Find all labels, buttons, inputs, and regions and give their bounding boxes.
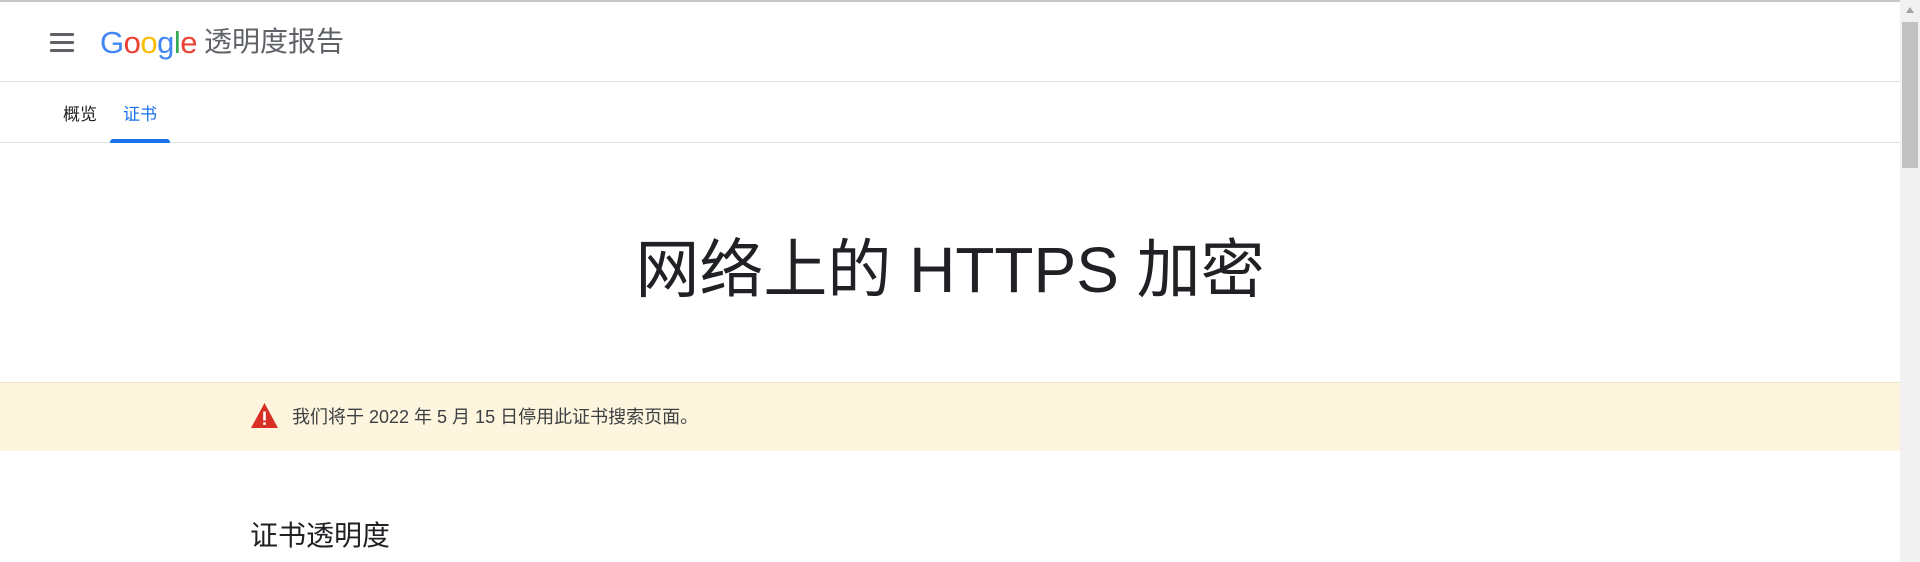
warning-triangle-icon [251, 403, 278, 428]
vertical-scrollbar[interactable] [1900, 0, 1920, 562]
section-heading: 证书透明度 [250, 520, 391, 551]
page: Google 透明度报告 概览 证书 网络上的 HTTPS 加密 我们将于 20… [0, 0, 1920, 562]
logo-letter: o [123, 24, 141, 60]
menu-bar-line [50, 40, 74, 44]
brand[interactable]: Google 透明度报告 [100, 20, 344, 64]
menu-bar-line [50, 48, 74, 52]
logo-letter: g [157, 24, 174, 60]
tab-overview[interactable]: 概览 [52, 82, 108, 142]
scrollbar-thumb[interactable] [1902, 22, 1918, 168]
hamburger-menu-icon[interactable] [44, 24, 80, 60]
active-tab-indicator [110, 139, 170, 143]
logo-letter: o [140, 24, 158, 60]
warning-banner: 我们将于 2022 年 5 月 15 日停用此证书搜索页面。 [0, 382, 1900, 451]
tab-bar: 概览 证书 [0, 82, 1900, 143]
logo-letter: G [100, 24, 124, 60]
product-name: 透明度报告 [204, 26, 345, 57]
page-title: 网络上的 HTTPS 加密 [635, 234, 1265, 306]
menu-bar-line [50, 32, 74, 36]
banner-message: 我们将于 2022 年 5 月 15 日停用此证书搜索页面。 [292, 407, 699, 427]
logo-letter: e [180, 24, 198, 60]
google-logo: Google [100, 24, 198, 60]
tab-certificates[interactable]: 证书 [110, 82, 170, 142]
top-app-bar: Google 透明度报告 [0, 2, 1900, 82]
scroll-up-arrow-icon[interactable] [1900, 0, 1920, 20]
